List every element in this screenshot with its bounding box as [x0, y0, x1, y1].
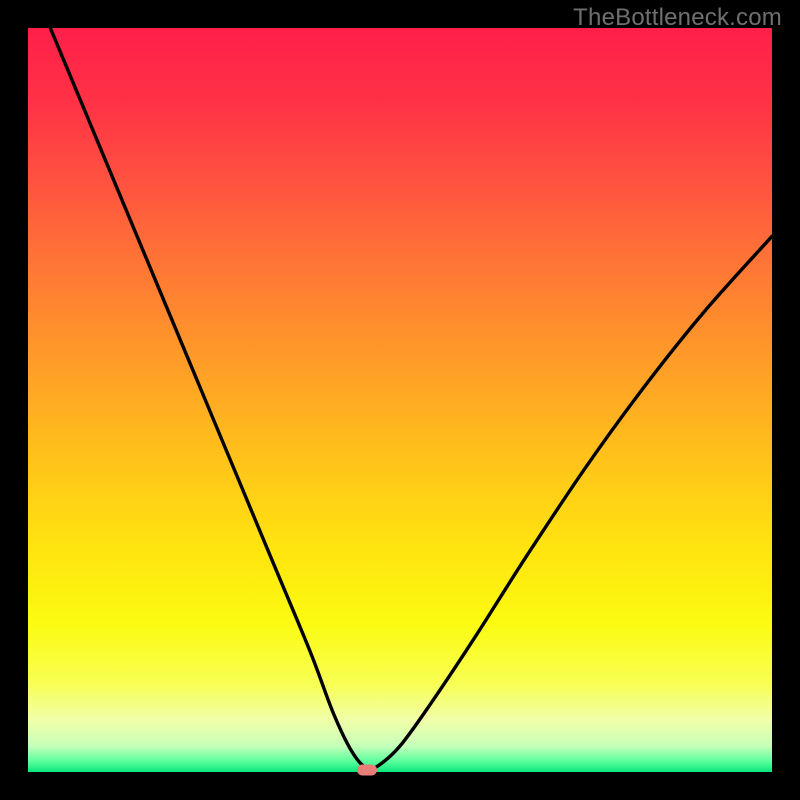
bottleneck-curve — [28, 28, 772, 772]
plot-area — [28, 28, 772, 772]
chart-frame: TheBottleneck.com — [0, 0, 800, 800]
